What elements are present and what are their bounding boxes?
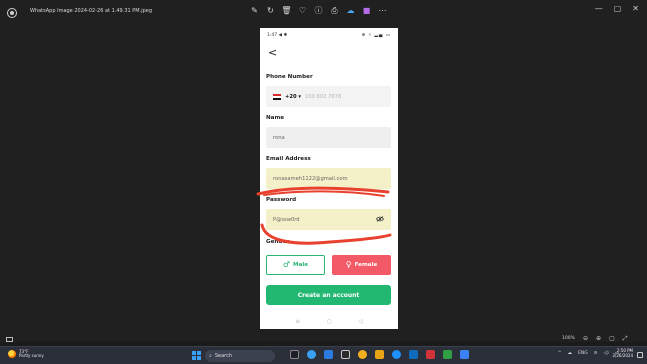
more-icon[interactable]: ⋯ (377, 5, 388, 16)
female-label: Female (354, 262, 378, 268)
start-button[interactable] (192, 351, 201, 360)
edit-icon[interactable]: ✎ (249, 5, 260, 16)
filmstrip-icon[interactable] (6, 337, 13, 342)
task-view-icon[interactable] (290, 350, 299, 359)
gender-label: Gender (266, 239, 289, 245)
male-icon: ♂ (282, 260, 291, 269)
chevron-up-icon[interactable]: ^ (558, 351, 562, 356)
phone-screenshot: 1:47 ◀ ✱ ⊕ ▿ ▂▄ ▭ < Phone Number +20 ▾ 1… (260, 28, 398, 329)
female-icon: ♀ (345, 260, 352, 269)
zoom-in-icon[interactable]: ⊕ (596, 335, 601, 343)
chat-icon[interactable] (307, 350, 316, 359)
system-tray: ^ ☁ ENG ≋ ◁) ▭ (558, 351, 619, 356)
password-label: Password (266, 197, 297, 203)
onedrive-icon[interactable]: ☁ (568, 351, 573, 356)
name-field[interactable]: rona (266, 127, 391, 148)
maximize-button[interactable]: ▢ (614, 4, 622, 13)
phone-status-bar: 1:47 ◀ ✱ ⊕ ▿ ▂▄ ▭ (267, 33, 391, 41)
cloud-icon[interactable]: ☁ (345, 5, 356, 16)
recent-apps-icon[interactable]: ≡ (295, 318, 300, 325)
password-value: P@ssw0rd (273, 216, 300, 223)
email-label: Email Address (266, 156, 311, 162)
window-controls: — ▢ ✕ (595, 4, 639, 13)
office-icon[interactable] (426, 350, 435, 359)
clipchamp-icon[interactable]: ■ (361, 5, 372, 16)
male-label: Male (293, 262, 309, 268)
back-nav-icon[interactable]: ◁ (358, 318, 363, 325)
home-icon[interactable]: ○ (327, 318, 332, 325)
minimize-button[interactable]: — (595, 4, 603, 13)
title-bar: WhatsApp Image 2024-02-26 at 1.49.31 PM.… (0, 0, 647, 26)
notification-icon[interactable] (637, 352, 643, 358)
store-icon[interactable] (341, 350, 350, 359)
egypt-flag-icon (273, 93, 281, 100)
phone-number-label: Phone Number (266, 74, 313, 80)
rotate-icon[interactable]: ↻ (265, 5, 276, 16)
edge-icon[interactable] (324, 350, 333, 359)
female-button[interactable]: ♀ Female (332, 255, 391, 275)
volume-icon[interactable]: ◁) (604, 351, 609, 356)
close-button[interactable]: ✕ (632, 4, 639, 13)
taskbar-clock[interactable]: 2:50 PM 2/26/2024 (612, 348, 633, 359)
wifi-icon[interactable]: ≋ (594, 351, 598, 356)
weather-widget[interactable]: 73°F Partly sunny (8, 349, 44, 359)
create-account-button[interactable]: Create an account (266, 285, 391, 305)
favorite-icon[interactable]: ♡ (297, 5, 308, 16)
window-title: WhatsApp Image 2024-02-26 at 1.49.31 PM.… (30, 8, 153, 14)
print-icon[interactable]: ⎙ (329, 5, 340, 16)
fullscreen-icon[interactable]: ⤢ (623, 335, 628, 343)
status-time: 1:47 ◀ ✱ (267, 33, 288, 38)
search-label: Search (214, 353, 232, 359)
email-field[interactable]: ronasameh1122@gmail.com (266, 168, 391, 189)
phone-number-field[interactable]: +20 ▾ 100 802 7878 (266, 86, 391, 107)
explorer-icon[interactable] (375, 350, 384, 359)
male-button[interactable]: ♂ Male (266, 255, 325, 275)
status-icons: ⊕ ▿ ▂▄ ▭ (361, 33, 391, 38)
eye-off-icon[interactable] (376, 216, 384, 222)
phone-placeholder: 100 802 7878 (304, 93, 342, 100)
word-icon[interactable] (409, 350, 418, 359)
taskbar-search[interactable]: ⌕ Search (205, 350, 275, 362)
photos-app-icon (7, 8, 17, 18)
back-arrow-icon[interactable]: < (268, 47, 277, 58)
country-code-select[interactable]: +20 ▾ (285, 94, 301, 100)
fit-icon[interactable]: ▢ (609, 335, 615, 343)
photo-viewer-window: WhatsApp Image 2024-02-26 at 1.49.31 PM.… (0, 0, 647, 342)
weather-sun-icon (8, 350, 16, 359)
name-label: Name (266, 115, 285, 121)
viewer-toolbar: ✎ ↻ 🗑︎ ♡ ⓘ ⎙ ☁ ■ ⋯ (249, 5, 388, 16)
zoom-out-icon[interactable]: ⊖ (583, 335, 588, 343)
android-nav-bar: ≡ ○ ◁ (260, 318, 398, 325)
viewer-zoom-controls: ⊖ ⊕ ▢ ⤢ (583, 335, 628, 343)
zoom-level: 100% (562, 336, 575, 341)
viewer-bottom-bar: 100% ⊖ ⊕ ▢ ⤢ (0, 335, 647, 345)
delete-icon[interactable]: 🗑︎ (281, 5, 292, 16)
chrome-icon[interactable] (392, 350, 401, 359)
search-icon: ⌕ (209, 353, 212, 359)
excel-icon[interactable] (443, 350, 452, 359)
windows-taskbar: 73°F Partly sunny ⌕ Search ^ ☁ ENG ≋ ◁) … (0, 346, 647, 364)
info-icon[interactable]: ⓘ (313, 5, 324, 16)
password-field[interactable]: P@ssw0rd (266, 209, 391, 230)
language-indicator[interactable]: ENG (578, 351, 588, 356)
weather-text: 73°F Partly sunny (19, 349, 44, 359)
folder-icon[interactable] (358, 350, 367, 359)
photos-icon[interactable] (460, 350, 469, 359)
pinned-apps (290, 350, 469, 359)
